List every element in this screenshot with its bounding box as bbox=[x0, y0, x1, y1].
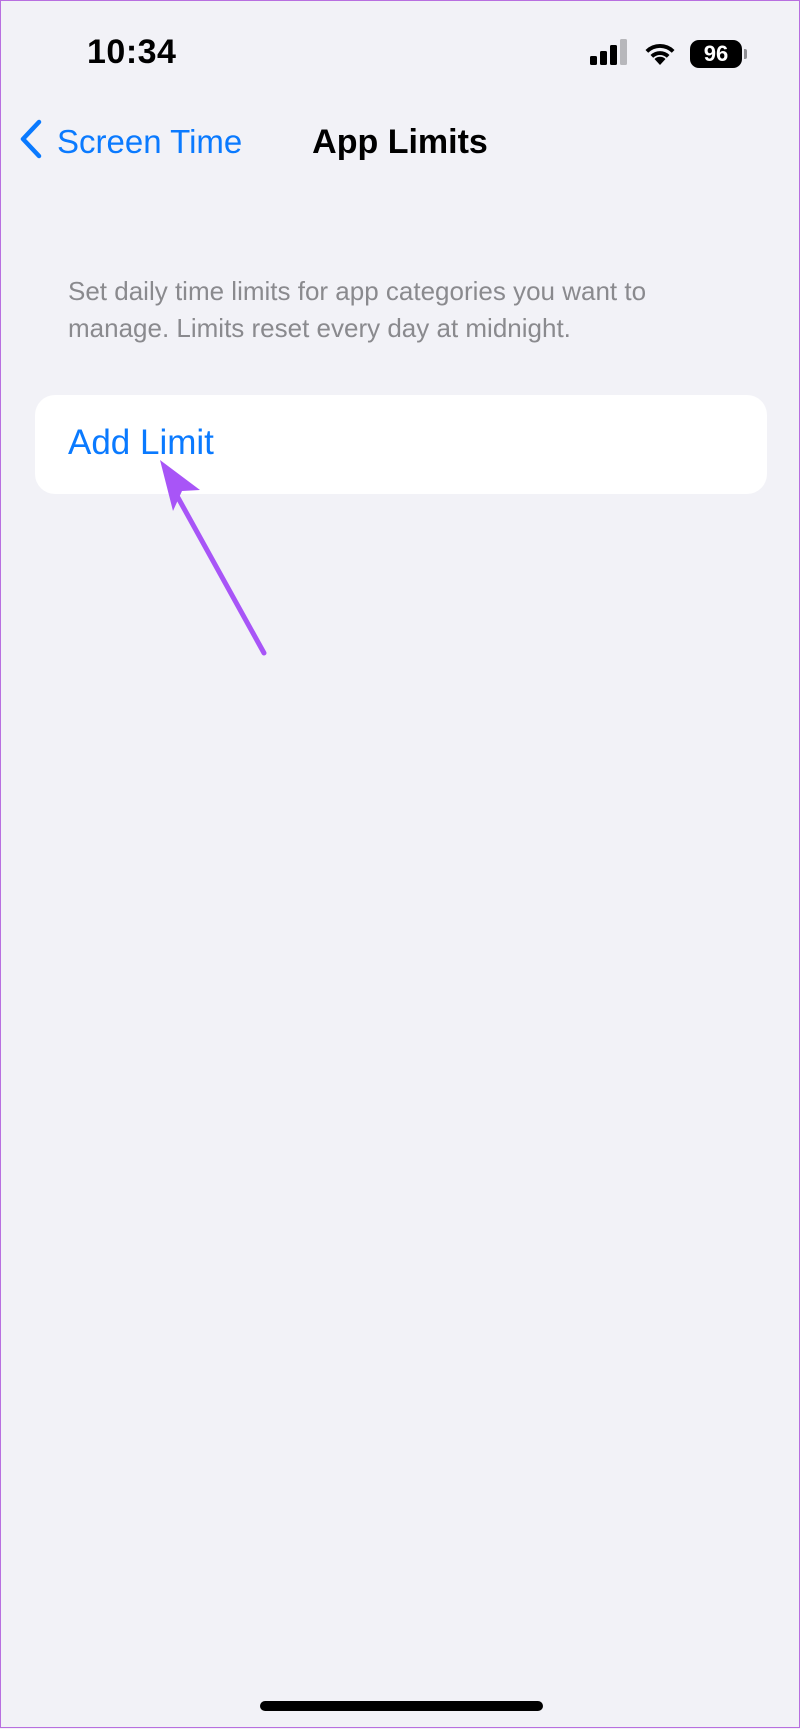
status-icons: 96 bbox=[590, 38, 747, 71]
add-limit-button[interactable]: Add Limit bbox=[68, 423, 214, 463]
add-limit-row[interactable]: Add Limit bbox=[35, 395, 767, 494]
battery-level: 96 bbox=[690, 40, 742, 68]
battery-tip bbox=[744, 49, 747, 59]
section-description: Set daily time limits for app categories… bbox=[68, 276, 647, 343]
page-title: App Limits bbox=[312, 123, 488, 161]
status-time: 10:34 bbox=[87, 33, 177, 71]
annotation-arrow-icon bbox=[160, 460, 267, 656]
home-indicator[interactable] bbox=[260, 1701, 543, 1711]
screen: 10:34 96 Screen Time App Limits Set dail… bbox=[1, 1, 799, 1727]
wifi-icon bbox=[642, 38, 678, 71]
signal-icon bbox=[590, 38, 630, 70]
battery-icon: 96 bbox=[690, 40, 747, 68]
